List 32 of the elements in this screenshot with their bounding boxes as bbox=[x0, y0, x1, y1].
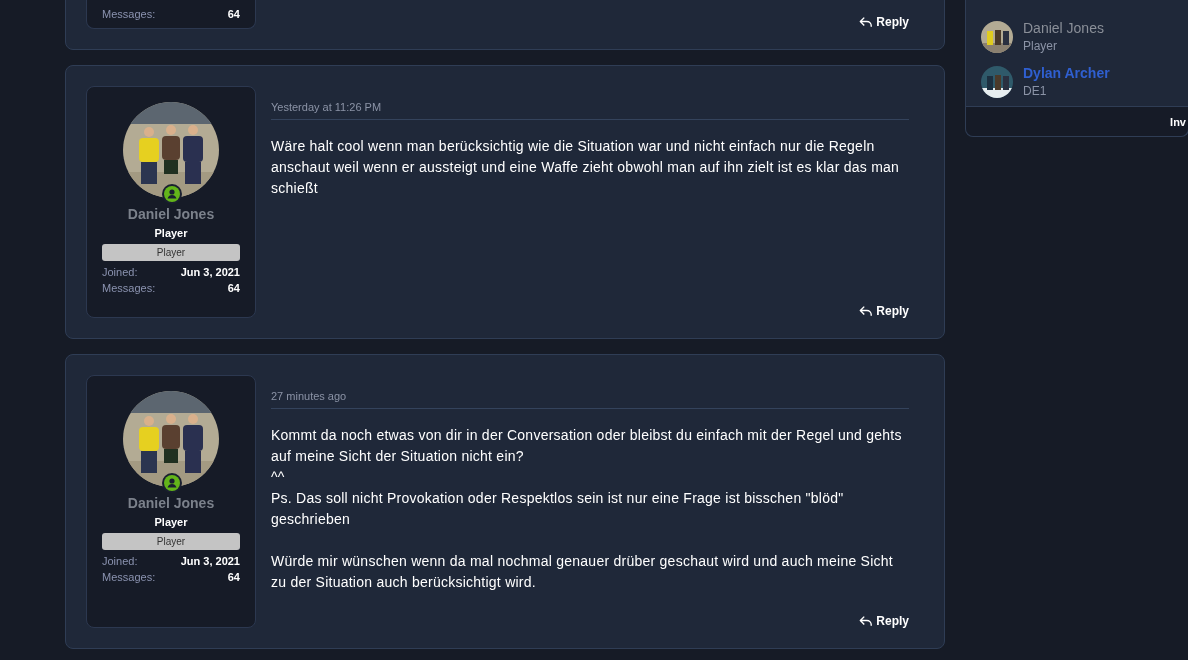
post-text: Würde mir wünschen wenn da mal nochmal genauer drüber geschaut wird und auch meine Sicht zu der Situation auch berücksichtigt wird. bbox=[271, 552, 894, 592]
reply-icon bbox=[859, 304, 874, 318]
stat-value: Jun 3, 2021 bbox=[180, 554, 240, 569]
user-banner: Player bbox=[102, 244, 240, 261]
reply-icon bbox=[859, 614, 874, 628]
post-date[interactable]: 27 minutes ago bbox=[271, 390, 909, 409]
username-link[interactable]: Daniel Jones bbox=[127, 206, 215, 222]
user-banner: Player bbox=[102, 533, 240, 550]
username-link[interactable]: Daniel Jones bbox=[127, 495, 215, 511]
member-role: DE1 bbox=[1023, 84, 1048, 98]
reply-button[interactable]: Reply bbox=[859, 304, 909, 318]
reply-icon bbox=[859, 15, 874, 29]
stat-label: Joined: bbox=[102, 265, 138, 280]
stat-label: Messages: bbox=[102, 7, 156, 22]
stat-value: 64 bbox=[227, 7, 240, 22]
member-name-link[interactable]: Dylan Archer bbox=[1023, 65, 1110, 81]
stat-value: 64 bbox=[227, 281, 240, 296]
member-role: Player bbox=[1023, 39, 1058, 53]
stat-value: 64 bbox=[227, 570, 240, 585]
stat-label: Messages: bbox=[102, 281, 156, 296]
member-name-link[interactable]: Daniel Jones bbox=[1023, 20, 1104, 36]
reply-button[interactable]: Reply bbox=[859, 15, 909, 29]
user-title: Player bbox=[154, 516, 188, 528]
stat-label: Messages: bbox=[102, 570, 156, 585]
user-title: Player bbox=[154, 227, 188, 239]
reply-button[interactable]: Reply bbox=[859, 614, 909, 628]
post-date[interactable]: Yesterday at 11:26 PM bbox=[271, 101, 909, 120]
post-text: Wäre halt cool wenn man berücksichtig wie die Situation war und nicht einfach nur die Regeln anschaut weil wenn er aussteigt und eine Waffe zieht obwohl man auf ihn zielt ist es klar das man schießt bbox=[271, 137, 901, 198]
stat-value: Jun 3, 2021 bbox=[180, 265, 240, 280]
post-text: Kommt da noch etwas von dir in der Conversation oder bleibst du einfach mit der Regel und gehts auf meine Sicht der Situation nicht ein? ^^ Ps. Das soll nicht Provokation oder Respektlos sein ist nur eine Frage ist bisschen "blöd" geschrieben bbox=[271, 426, 903, 529]
stat-label: Joined: bbox=[102, 554, 138, 569]
footer-button[interactable]: Inv bbox=[1170, 115, 1186, 128]
